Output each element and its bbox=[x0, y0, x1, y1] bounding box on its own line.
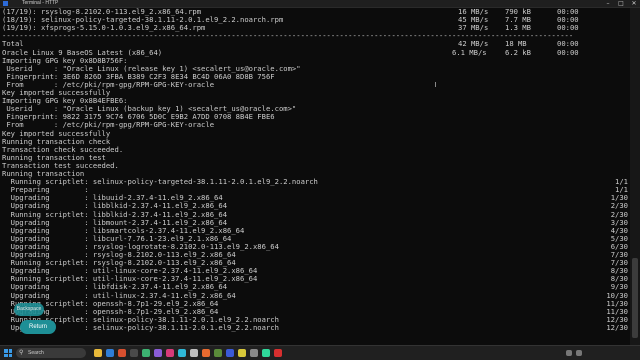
network-icon[interactable] bbox=[566, 350, 572, 356]
total-row: Total 42 MB/s 18 MB 00:00 bbox=[2, 40, 579, 49]
transaction-row: Running scriptlet: rsyslog-8.2102.0-113.… bbox=[2, 259, 628, 268]
app-icon[interactable] bbox=[154, 349, 162, 357]
terminal-line: Running transaction bbox=[2, 170, 85, 178]
download-row: (17/19): rsyslog-8.2102.0-113.el9_2.x86_… bbox=[2, 8, 579, 16]
transaction-row: Upgrading : openssh-8.7p1-29.el9_2.x86_6… bbox=[2, 307, 628, 316]
app-icon[interactable] bbox=[190, 349, 198, 357]
transaction-row: Upgrading : libblkid-2.37.4-11.el9_2.x86… bbox=[2, 202, 628, 211]
terminal-line: Key imported successfully bbox=[2, 89, 111, 97]
app-icon[interactable] bbox=[238, 349, 246, 357]
windows-start-icon[interactable] bbox=[4, 349, 12, 357]
app-icon[interactable] bbox=[262, 349, 270, 357]
app-icon[interactable] bbox=[202, 349, 210, 357]
app-icon[interactable] bbox=[166, 349, 174, 357]
maximize-icon[interactable]: □ bbox=[615, 0, 627, 7]
transaction-row: Upgrading : rsyslog-logrotate-8.2102.0-1… bbox=[2, 242, 628, 251]
terminal-taskbar-icon[interactable] bbox=[130, 349, 138, 357]
terminal-line: Transaction test succeeded. bbox=[2, 161, 119, 170]
window-titlebar: Terminal - HTTP – □ ✕ bbox=[0, 0, 640, 8]
terminal-line: Userid : "Oracle Linux (release key 1) <… bbox=[2, 64, 301, 73]
app-icon[interactable] bbox=[178, 349, 186, 357]
terminal-line: Userid : "Oracle Linux (backup key 1) <s… bbox=[2, 105, 297, 114]
search-placeholder: Search bbox=[28, 350, 44, 356]
transaction-row: Upgrading : selinux-policy-38.1.11-2.0.1… bbox=[2, 323, 628, 332]
separator-line: ----------------------------------------… bbox=[2, 32, 574, 41]
volume-icon[interactable] bbox=[576, 350, 582, 356]
window-title: Terminal - HTTP bbox=[22, 0, 59, 6]
file-explorer-icon[interactable] bbox=[94, 349, 102, 357]
download-row: (19/19): xfsprogs-5.15.0-1.0.3.el9_2.x86… bbox=[2, 24, 579, 33]
terminal-line: From : /etc/pki/rpm-gpg/RPM-GPG-KEY-orac… bbox=[2, 80, 215, 89]
transaction-row: Running scriptlet: selinux-policy-38.1.1… bbox=[2, 315, 628, 324]
terminal-line: From : /etc/pki/rpm-gpg/RPM-GPG-KEY-orac… bbox=[2, 121, 215, 130]
terminal-scrollbar[interactable] bbox=[630, 8, 640, 345]
terminal-line: Importing GPG key 0x8B4EFBE6: bbox=[2, 97, 128, 106]
repo-row: Oracle Linux 9 BaseOS Latest (x86_64) 6.… bbox=[2, 48, 579, 57]
app-icon[interactable] bbox=[250, 349, 258, 357]
app-icon[interactable] bbox=[274, 349, 282, 357]
mouse-cursor bbox=[435, 82, 439, 87]
transaction-row: Upgrading : libmount-2.37.4-11.el9_2.x86… bbox=[2, 218, 628, 227]
transaction-row: Running scriptlet: libblkid-2.37.4-11.el… bbox=[2, 210, 628, 219]
terminal-line: Running transaction check bbox=[2, 137, 111, 146]
transaction-row: Upgrading : libsmartcols-2.37.4-11.el9_2… bbox=[2, 226, 628, 235]
app-icon[interactable] bbox=[142, 349, 150, 357]
app-icon[interactable] bbox=[118, 349, 126, 357]
close-icon[interactable]: ✕ bbox=[628, 0, 640, 7]
terminal-output[interactable]: (17/19): rsyslog-8.2102.0-113.el9_2.x86_… bbox=[0, 8, 628, 345]
transaction-row: Running scriptlet: selinux-policy-target… bbox=[2, 178, 628, 187]
transaction-row: Upgrading : util-linux-core-2.37.4-11.el… bbox=[2, 267, 628, 276]
terminal-line: Fingerprint: 9822 3175 9C74 6706 5D0C E9… bbox=[2, 113, 275, 122]
transaction-row: Upgrading : rsyslog-8.2102.0-113.el9_2.x… bbox=[2, 251, 628, 259]
keystroke-overlay-backspace: Backspace bbox=[14, 303, 44, 316]
transaction-row: Running scriptlet: openssh-8.7p1-29.el9_… bbox=[2, 299, 628, 308]
transaction-row: Upgrading : libcurl-7.76.1-23.el9_2.1.x8… bbox=[2, 234, 628, 243]
minimize-icon[interactable]: – bbox=[602, 0, 614, 7]
terminal-line: Fingerprint: 3E6D 826D 3FBA B389 C2F3 8E… bbox=[2, 72, 275, 81]
terminal-line: Running transaction test bbox=[2, 153, 106, 162]
transaction-row: Upgrading : util-linux-2.37.4-11.el9_2.x… bbox=[2, 291, 628, 300]
transaction-row: Upgrading : libuuid-2.37.4-11.el9_2.x86_… bbox=[2, 194, 628, 203]
search-icon: ⚲ bbox=[19, 349, 24, 356]
scrollbar-thumb[interactable] bbox=[632, 258, 638, 338]
transaction-row: Running scriptlet: util-linux-core-2.37.… bbox=[2, 275, 628, 284]
download-row: (18/19): selinux-policy-targeted-38.1.11… bbox=[2, 16, 579, 25]
transaction-row: Upgrading : libfdisk-2.37.4-11.el9_2.x86… bbox=[2, 283, 628, 292]
terminal-line: Key imported successfully bbox=[2, 129, 111, 138]
taskbar-search-input[interactable]: ⚲ Search bbox=[16, 348, 86, 358]
terminal-line: Importing GPG key 0x8D8B756F: bbox=[2, 56, 128, 65]
terminal-line: Transaction check succeeded. bbox=[2, 145, 124, 154]
app-icon[interactable] bbox=[214, 349, 222, 357]
taskbar: ⚲ Search bbox=[0, 345, 640, 360]
transaction-row: Preparing :1/1 bbox=[2, 186, 628, 195]
app-icon[interactable] bbox=[226, 349, 234, 357]
browser-icon[interactable] bbox=[106, 349, 114, 357]
terminal-app-icon bbox=[3, 1, 8, 6]
keystroke-overlay-return: Return bbox=[20, 320, 56, 334]
